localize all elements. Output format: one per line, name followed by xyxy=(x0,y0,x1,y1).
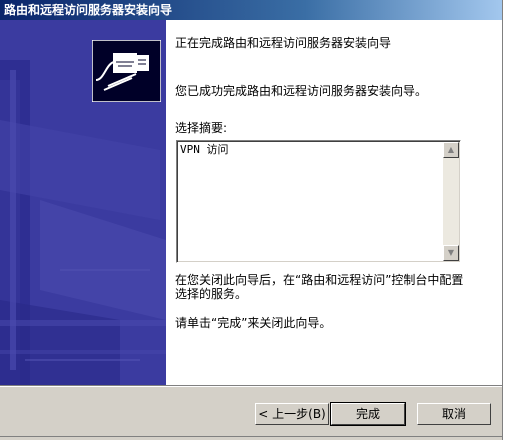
summary-textbox[interactable]: VPN 访问 ▲ ▼ xyxy=(176,140,461,263)
cancel-button[interactable]: 取消 xyxy=(417,403,491,425)
back-button[interactable]: < 上一步(B) xyxy=(255,403,329,425)
scroll-up-arrow-icon[interactable]: ▲ xyxy=(443,142,459,158)
success-message: 您已成功完成路由和远程访问服务器安装向导。 xyxy=(175,84,428,98)
wizard-content-panel: 正在完成路由和远程访问服务器安装向导 您已成功完成路由和远程访问服务器安装向导。… xyxy=(166,20,502,385)
wizard-banner xyxy=(0,20,166,385)
summary-scrollbar[interactable]: ▲ ▼ xyxy=(443,142,459,261)
finish-button[interactable]: 完成 xyxy=(330,402,406,426)
summary-text: VPN 访问 xyxy=(180,143,229,156)
title-bar[interactable]: 路由和远程访问服务器安装向导 xyxy=(0,0,508,20)
summary-label: 选择摘要: xyxy=(175,121,228,135)
finish-instruction: 请单击“完成”来关闭此向导。 xyxy=(175,316,332,330)
window-bottom-edge xyxy=(0,436,502,437)
window-title: 路由和远程访问服务器安装向导 xyxy=(4,3,173,17)
button-separator xyxy=(0,385,502,387)
window-right-edge xyxy=(502,0,508,440)
network-cable-icon xyxy=(92,40,161,102)
wizard-heading: 正在完成路由和远程访问服务器安装向导 xyxy=(175,36,392,50)
closing-note: 在您关闭此向导后，在“路由和远程访问”控制台中配置选择的服务。 xyxy=(175,273,464,301)
scroll-down-arrow-icon[interactable]: ▼ xyxy=(443,245,459,261)
